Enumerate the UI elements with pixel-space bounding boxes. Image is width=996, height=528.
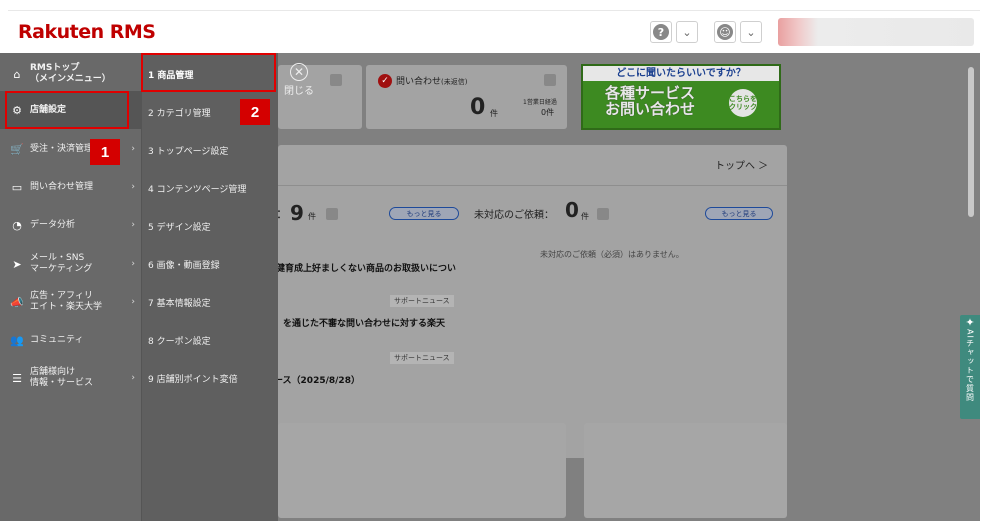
sidebar-item-mail-sns[interactable]: ➤ メール・SNS マーケティング ›: [0, 245, 141, 283]
chat-icon: ▭: [11, 180, 23, 194]
pie-chart-icon: ◔: [12, 218, 22, 232]
banner-click-badge: こちらをクリック: [729, 89, 757, 117]
submenu-item-content-pages[interactable]: 4 コンテンツページ管理: [148, 182, 246, 195]
callout-badge-2: 2: [240, 99, 270, 125]
check-icon: ✓: [378, 74, 392, 88]
divider: [278, 185, 787, 186]
account-dropdown-button[interactable]: ⌄: [740, 21, 762, 43]
sidebar-item-label: メール・SNS マーケティング: [30, 253, 93, 274]
sidebar-item-label: 受注・決済管理: [30, 143, 94, 154]
top-link[interactable]: トップへ ＞: [715, 157, 768, 172]
close-label[interactable]: 閉じる: [284, 82, 314, 97]
pin-icon[interactable]: [326, 208, 338, 220]
chevron-down-icon: ⌄: [682, 25, 692, 39]
more-button[interactable]: もっと見る: [705, 207, 773, 220]
sidebar-item-inquiries[interactable]: ▭ 問い合わせ管理 ›: [0, 168, 141, 206]
sidebar-item-label: RMSトップ （メインメニュー）: [30, 63, 111, 84]
help-dropdown-button[interactable]: ⌄: [676, 21, 698, 43]
logo-product-text: RMS: [109, 21, 156, 43]
account-button[interactable]: ☺: [714, 21, 736, 43]
news-item[interactable]: ース（2025/8/28）: [274, 373, 360, 386]
ai-chat-label: AIチャットで質問: [965, 329, 975, 402]
business-days-label: 1営業日経過: [523, 99, 557, 106]
submenu-item-category-management[interactable]: 2 カテゴリ管理: [148, 106, 211, 119]
home-icon: ⌂: [13, 67, 21, 81]
chevron-right-icon: ›: [131, 373, 135, 383]
help-button[interactable]: ?: [650, 21, 672, 43]
cart-icon: 🛒: [10, 142, 24, 156]
banner-question: どこに聞いたらいいですか？: [583, 66, 779, 81]
notice-count: 9: [290, 201, 304, 225]
inquiry-label[interactable]: 問い合わせ(未返信): [396, 74, 467, 87]
news-tag: サポートニュース: [390, 295, 454, 307]
pin-icon[interactable]: [330, 74, 342, 86]
close-icon[interactable]: ✕: [290, 63, 308, 81]
sidebar-item-label: データ分析: [30, 219, 76, 230]
sidebar-item-label: コミュニティ: [30, 334, 84, 345]
sidebar-item-label: 問い合わせ管理: [30, 181, 94, 192]
chevron-down-icon: ⌄: [746, 25, 756, 39]
pending-label: 未対応のご依頼：: [474, 210, 554, 221]
blurred-card[interactable]: [584, 423, 787, 518]
chevron-right-icon: ›: [131, 259, 135, 269]
submenu-item-store-points[interactable]: 9 店舗別ポイント変倍: [148, 372, 238, 385]
sparkle-icon: ✦: [965, 316, 975, 329]
pin-icon[interactable]: [544, 74, 556, 86]
sidebar-item-ads[interactable]: 📣 広告・アフィリ エイト・楽天大学 ›: [0, 283, 141, 321]
submenu-item-basic-info[interactable]: 7 基本情報設定: [148, 296, 211, 309]
people-icon: 👥: [10, 333, 24, 347]
inquiry-count: 0: [470, 95, 486, 120]
blurred-card[interactable]: [370, 423, 566, 518]
send-icon: ➤: [12, 257, 22, 271]
scrollbar[interactable]: [968, 67, 974, 217]
submenu-item-coupon-settings[interactable]: 8 クーポン設定: [148, 334, 211, 347]
sidebar-item-analytics[interactable]: ◔ データ分析 ›: [0, 206, 141, 244]
news-tag: サポートニュース: [390, 352, 454, 364]
logo-brand-text: Rakuten: [18, 21, 104, 43]
help-icon: ?: [653, 24, 669, 40]
header-actions: ? ⌄ ☺ ⌄: [650, 18, 974, 46]
contact-banner[interactable]: どこに聞いたらいいですか？ 各種サービス お問い合わせ こちらをクリック: [581, 64, 781, 130]
sidebar-item-rms-top[interactable]: ⌂ RMSトップ （メインメニュー）: [0, 57, 141, 91]
chevron-right-icon: ›: [131, 220, 135, 230]
sidebar-item-label: 広告・アフィリ エイト・楽天大学: [30, 291, 103, 312]
submenu-item-image-video[interactable]: 6 画像・動画登録: [148, 258, 220, 271]
info-list-icon: ☰: [12, 371, 22, 385]
megaphone-icon: 📣: [10, 295, 24, 309]
pending-none-message: 未対応のご依頼（必須）はありません。: [540, 250, 684, 259]
business-days-value: 0件: [541, 108, 555, 117]
count-unit: 件: [490, 109, 498, 118]
top-header: Rakuten RMS ? ⌄ ☺ ⌄: [8, 10, 980, 53]
sidebar-item-label: 店舗様向け 情報・サービス: [30, 367, 94, 388]
chevron-right-icon: ›: [131, 182, 135, 192]
sidebar-item-store-info[interactable]: ☰ 店舗様向け 情報・サービス ›: [0, 359, 141, 397]
sidebar-item-community[interactable]: 👥 コミュニティ: [0, 321, 141, 359]
callout-badge-1: 1: [90, 139, 120, 165]
highlight-store-settings: [5, 91, 129, 129]
notices-panel: [278, 145, 787, 458]
pin-icon[interactable]: [597, 208, 609, 220]
user-icon: ☺: [717, 24, 733, 40]
submenu-item-top-page-settings[interactable]: 3 トップページ設定: [148, 144, 228, 157]
news-item[interactable]: 健育成上好ましくない商品のお取扱いについ: [276, 261, 456, 274]
count-unit: 件: [308, 212, 316, 221]
news-item[interactable]: 」を通じた不審な問い合わせに対する楽天: [274, 316, 445, 329]
pending-count: 0: [565, 198, 579, 222]
store-name-redacted[interactable]: [778, 18, 974, 46]
count-unit: 件: [581, 212, 589, 221]
submenu-item-design-settings[interactable]: 5 デザイン設定: [148, 220, 211, 233]
chevron-right-icon: ›: [131, 297, 135, 307]
highlight-product-management: [141, 53, 276, 92]
more-button[interactable]: もっと見る: [389, 207, 459, 220]
chevron-right-icon: ›: [131, 144, 135, 154]
rakuten-rms-logo[interactable]: Rakuten RMS: [18, 21, 156, 43]
ai-chat-tab[interactable]: ✦ AIチャットで質問: [960, 315, 980, 419]
